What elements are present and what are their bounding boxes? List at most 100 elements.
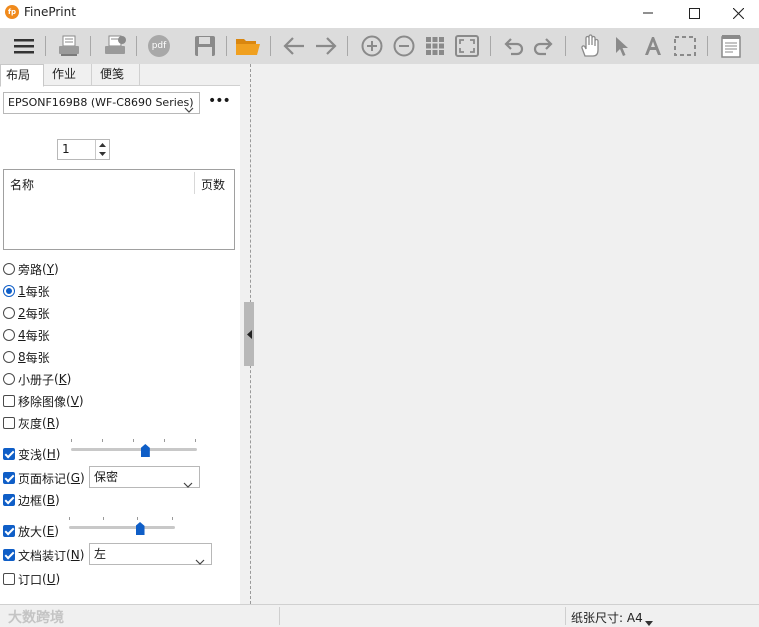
lighten-slider[interactable] <box>71 439 197 459</box>
layout-radio-1up[interactable]: 1 每张 <box>3 282 50 300</box>
collapse-panel-button[interactable] <box>244 302 254 366</box>
tab-bar: 布局 作业 便笺 <box>0 64 240 87</box>
layout-option-accesskey: K <box>58 372 67 386</box>
radio-circle[interactable] <box>3 329 15 341</box>
layout-option-number: 1 <box>18 284 26 298</box>
slider-tick <box>102 439 103 442</box>
tab-job[interactable]: 作业 <box>44 64 92 86</box>
paper-size-selector[interactable]: 纸张尺寸: A4 <box>571 609 643 626</box>
binding-label: 文档装订 <box>18 548 67 563</box>
layout-option-label: 小册子 <box>18 372 55 387</box>
menu-icon[interactable] <box>11 33 37 59</box>
border-accesskey: B <box>46 493 55 507</box>
slider-tick <box>164 439 165 442</box>
job-list[interactable]: 名称 页数 <box>3 169 235 250</box>
pointer-icon[interactable] <box>608 33 634 59</box>
layout-option-label: 每张 <box>25 328 50 343</box>
back-icon[interactable] <box>281 33 307 59</box>
notes-icon[interactable] <box>718 33 744 59</box>
job-column-name[interactable]: 名称 <box>10 176 34 193</box>
page-mark-accesskey: G <box>70 471 81 485</box>
checkbox-box[interactable] <box>3 525 15 537</box>
title-bar: fp FinePrint <box>0 0 759 26</box>
page-mark-select[interactable]: 保密 <box>89 466 200 488</box>
printer-more-button[interactable]: ••• <box>208 93 231 113</box>
layout-option-label: 每张 <box>25 350 50 365</box>
enlarge-label: 放大 <box>18 524 43 539</box>
print-icon[interactable] <box>56 33 82 59</box>
grid-icon[interactable] <box>422 33 448 59</box>
zoom-in-icon[interactable] <box>359 33 385 59</box>
punch-checkbox[interactable]: 订口(U) <box>3 570 60 588</box>
checkbox-box[interactable] <box>3 573 15 585</box>
binding-accesskey: N <box>70 548 80 562</box>
layout-radio-bypass[interactable]: 旁路(Y) <box>3 260 59 278</box>
radio-circle[interactable] <box>3 285 15 297</box>
checkbox-box[interactable] <box>3 549 15 561</box>
binding-select[interactable]: 左 <box>89 543 212 565</box>
toolbar-separator <box>90 36 91 56</box>
caret-down-icon[interactable] <box>645 615 653 627</box>
remove-images-checkbox[interactable]: 移除图像(V) <box>3 392 84 410</box>
save-icon[interactable] <box>192 33 218 59</box>
enlarge-slider[interactable] <box>69 517 175 537</box>
preview-area[interactable] <box>258 64 759 604</box>
remove-images-label: 移除图像 <box>18 394 67 409</box>
radio-circle[interactable] <box>3 351 15 363</box>
settings-panel: 布局 作业 便笺 EPSONF169B8 (WF-C8690 Series) •… <box>0 64 240 604</box>
enlarge-accesskey: E <box>46 524 55 538</box>
close-button[interactable] <box>715 0 759 26</box>
redo-icon[interactable] <box>530 33 556 59</box>
layout-radio-booklet[interactable]: 小册子(K) <box>3 370 71 388</box>
page-mark-checkbox[interactable]: 页面标记(G) <box>3 469 85 487</box>
toolbar-separator <box>270 36 271 56</box>
spin-down-icon[interactable] <box>96 149 109 158</box>
layout-radio-8up[interactable]: 8 每张 <box>3 348 50 366</box>
hand-icon[interactable] <box>577 33 603 59</box>
maximize-button[interactable] <box>671 0 717 26</box>
copies-spinner[interactable] <box>95 140 109 159</box>
punch-label: 订口 <box>18 572 43 587</box>
layout-radio-2up[interactable]: 2 每张 <box>3 304 50 322</box>
lighten-checkbox[interactable]: 变浅(H) <box>3 445 60 463</box>
grayscale-checkbox[interactable]: 灰度(R) <box>3 414 60 432</box>
pdf-pro-icon[interactable]: pdf <box>146 33 172 59</box>
layout-option-label: 每张 <box>25 284 50 299</box>
spin-up-icon[interactable] <box>96 140 109 149</box>
watermark-text: 大数跨境 <box>8 610 64 626</box>
binding-checkbox[interactable]: 文档装订(N) <box>3 546 84 564</box>
forward-icon[interactable] <box>313 33 339 59</box>
fit-page-icon[interactable] <box>454 33 480 59</box>
select-icon[interactable] <box>672 33 698 59</box>
radio-circle[interactable] <box>3 373 15 385</box>
checkbox-box[interactable] <box>3 494 15 506</box>
panel-splitter[interactable] <box>240 64 258 604</box>
tab-layout[interactable]: 布局 <box>0 64 44 87</box>
radio-circle[interactable] <box>3 263 15 275</box>
checkbox-box[interactable] <box>3 472 15 484</box>
open-folder-icon[interactable] <box>235 33 261 59</box>
job-column-pages[interactable]: 页数 <box>201 176 225 193</box>
enlarge-checkbox[interactable]: 放大(E) <box>3 522 59 540</box>
copies-stepper[interactable]: 1 <box>57 139 110 160</box>
minimize-button[interactable] <box>625 0 671 26</box>
checkbox-box[interactable] <box>3 417 15 429</box>
checkbox-box[interactable] <box>3 448 15 460</box>
remove-images-accesskey: V <box>70 394 79 408</box>
tab-notes[interactable]: 便笺 <box>92 64 140 86</box>
zoom-out-icon[interactable] <box>391 33 417 59</box>
grayscale-label: 灰度 <box>18 416 43 431</box>
radio-circle[interactable] <box>3 307 15 319</box>
undo-icon[interactable] <box>501 33 527 59</box>
checkbox-box[interactable] <box>3 395 15 407</box>
printer-select[interactable]: EPSONF169B8 (WF-C8690 Series) <box>3 92 200 114</box>
layout-radio-4up[interactable]: 4 每张 <box>3 326 50 344</box>
slider-thumb[interactable] <box>135 522 145 535</box>
print-settings-icon[interactable] <box>102 33 128 59</box>
slider-thumb[interactable] <box>140 444 150 457</box>
border-checkbox[interactable]: 边框(B) <box>3 491 60 509</box>
text-icon[interactable] <box>640 33 666 59</box>
window-title: FinePrint <box>24 5 76 19</box>
copies-value: 1 <box>62 142 70 156</box>
slider-tick <box>103 517 104 520</box>
